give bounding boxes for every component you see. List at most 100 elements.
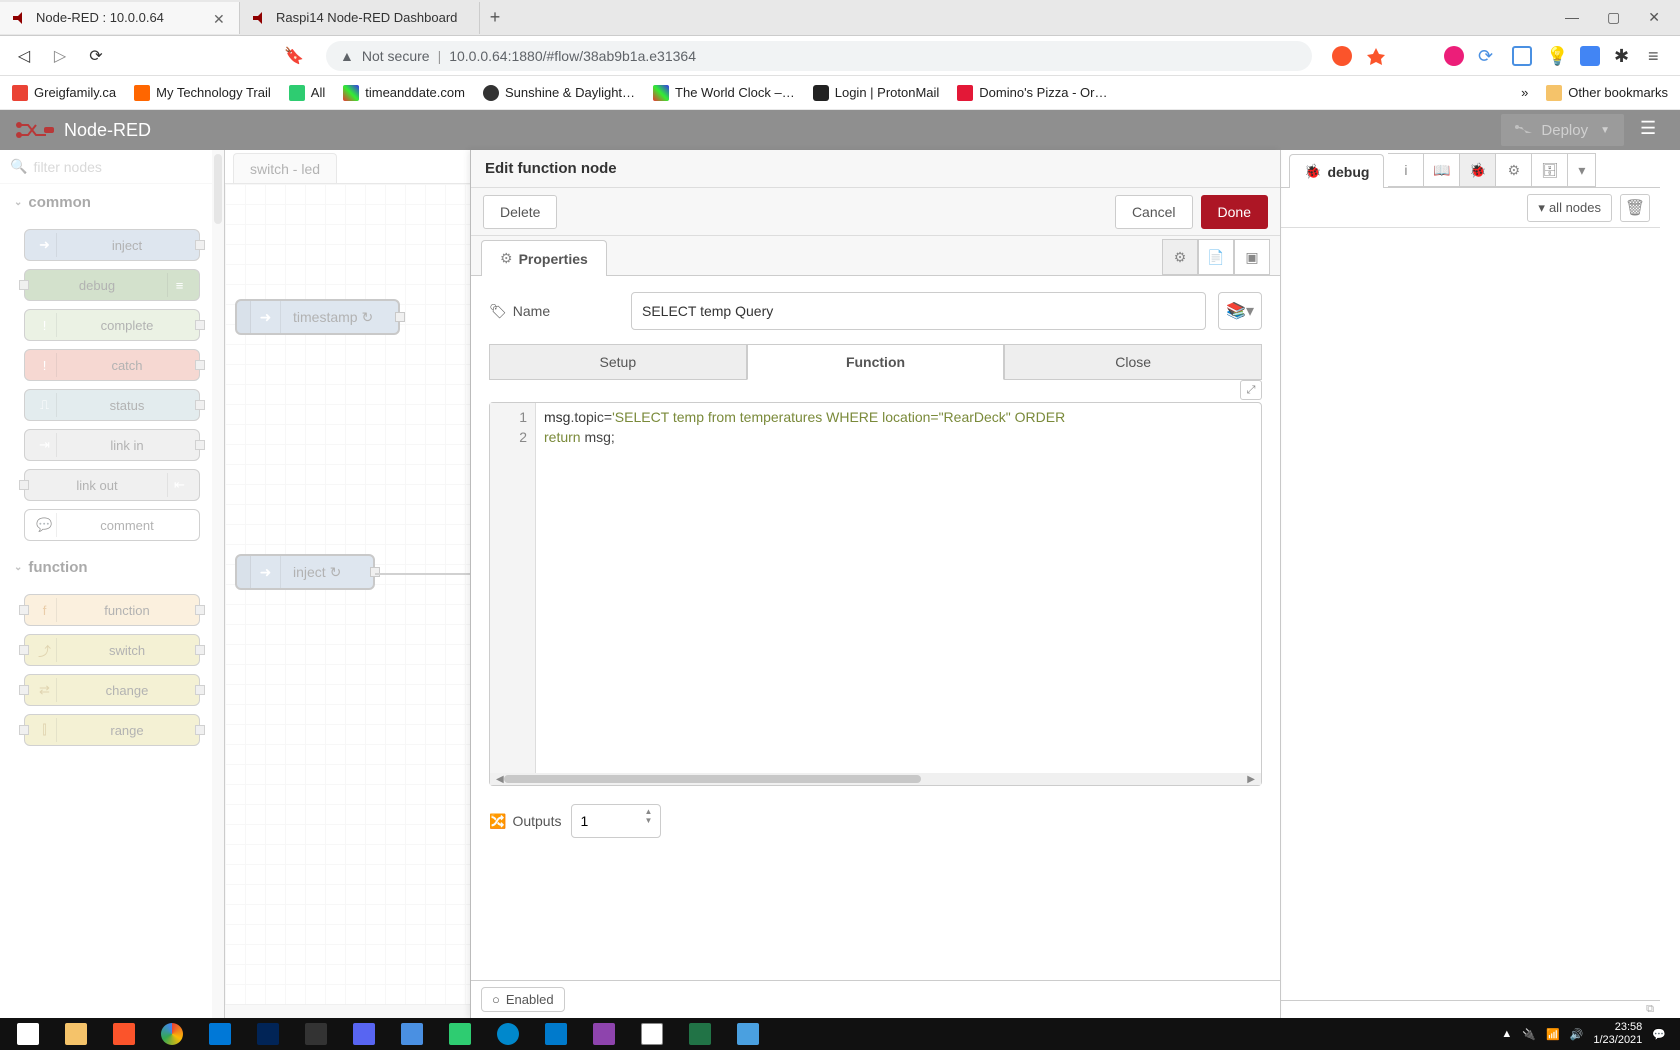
taskbar-telegram[interactable] bbox=[484, 1018, 532, 1050]
func-tab-function[interactable]: Function bbox=[747, 344, 1005, 380]
sidebar-footer: ⧉ bbox=[1281, 1000, 1660, 1018]
outputs-spinner[interactable]: 1 ▲▼ bbox=[571, 804, 661, 838]
gear-icon: ⚙ bbox=[500, 250, 513, 267]
notifications-icon[interactable]: 💬 bbox=[1652, 1028, 1666, 1041]
editor-tray: Edit function node Delete Cancel Done ⚙ … bbox=[470, 150, 1280, 1018]
code-content[interactable]: msg.topic='SELECT temp from temperatures… bbox=[536, 403, 1261, 773]
tab-favicon bbox=[12, 10, 28, 26]
delete-button[interactable]: Delete bbox=[483, 195, 557, 229]
taskbar-chrome[interactable] bbox=[148, 1018, 196, 1050]
reload-button[interactable]: ⟳ bbox=[84, 44, 108, 68]
window-maximize[interactable]: ▢ bbox=[1607, 9, 1620, 26]
taskbar-brave[interactable] bbox=[100, 1018, 148, 1050]
taskbar-powershell[interactable] bbox=[244, 1018, 292, 1050]
library-button[interactable]: 📚▾ bbox=[1218, 292, 1262, 330]
function-tabs: Setup Function Close bbox=[489, 344, 1262, 380]
cancel-button[interactable]: Cancel bbox=[1115, 195, 1193, 229]
system-tray[interactable]: ▲🔌📶🔊 23:58 1/23/2021 💬 bbox=[1501, 1021, 1676, 1047]
browser-menu-icon[interactable]: ≡ bbox=[1648, 46, 1668, 66]
taskbar-edge[interactable] bbox=[196, 1018, 244, 1050]
hamburger-icon[interactable]: ☰ bbox=[1640, 118, 1664, 142]
bookmark-item[interactable]: Greigfamily.ca bbox=[12, 85, 116, 101]
extensions-icon[interactable]: ✱ bbox=[1614, 46, 1634, 66]
taskbar-excel[interactable] bbox=[676, 1018, 724, 1050]
bookmark-item[interactable]: Domino's Pizza - Or… bbox=[957, 85, 1107, 101]
brave-rewards-icon[interactable] bbox=[1366, 46, 1386, 66]
taskbar-clock[interactable]: 23:58 1/23/2021 bbox=[1593, 1021, 1642, 1047]
properties-tab[interactable]: ⚙ Properties bbox=[481, 240, 607, 276]
func-tab-setup[interactable]: Setup bbox=[489, 344, 747, 380]
start-button[interactable] bbox=[4, 1018, 52, 1050]
browser-tab-strip: Node-RED : 10.0.0.64 ✕ Raspi14 Node-RED … bbox=[0, 0, 1680, 36]
popout-icon[interactable]: ⧉ bbox=[1646, 1003, 1654, 1016]
browser-tab-2[interactable]: Raspi14 Node-RED Dashboard bbox=[240, 2, 480, 34]
tab-title: Node-RED : 10.0.0.64 bbox=[36, 10, 164, 25]
code-editor[interactable]: 1 2 msg.topic='SELECT temp from temperat… bbox=[489, 402, 1262, 786]
code-gutter: 1 2 bbox=[490, 403, 536, 773]
bookmark-item[interactable]: All bbox=[289, 85, 325, 101]
forward-button: ▷ bbox=[48, 44, 72, 68]
bookmark-item[interactable]: Login | ProtonMail bbox=[813, 85, 940, 101]
spinner-down[interactable]: ▼ bbox=[644, 816, 658, 825]
bookmark-item[interactable]: Sunshine & Daylight… bbox=[483, 85, 635, 101]
sidebar-debug-icon[interactable]: 🐞 bbox=[1460, 153, 1496, 187]
code-scrollbar[interactable]: ◀▶ bbox=[490, 773, 1261, 785]
debug-tab[interactable]: 🐞 debug bbox=[1289, 154, 1384, 188]
deploy-button[interactable]: Deploy ▼ bbox=[1501, 114, 1624, 146]
taskbar-terminal[interactable] bbox=[292, 1018, 340, 1050]
taskbar-discord[interactable] bbox=[340, 1018, 388, 1050]
debug-clear-button[interactable]: 🗑 bbox=[1620, 194, 1650, 222]
bookmark-item[interactable]: The World Clock –… bbox=[653, 85, 795, 101]
taskbar-photos[interactable] bbox=[724, 1018, 772, 1050]
new-tab-button[interactable]: + bbox=[480, 7, 510, 28]
browser-tab-1[interactable]: Node-RED : 10.0.0.64 ✕ bbox=[0, 2, 240, 34]
expand-editor-icon[interactable]: ⤢ bbox=[1240, 380, 1262, 400]
node-settings-icon[interactable]: ⚙ bbox=[1162, 239, 1198, 275]
filter-icon: ▾ bbox=[1538, 200, 1545, 216]
security-warning-icon: ▲ bbox=[340, 48, 354, 64]
node-appearance-icon[interactable]: ▣ bbox=[1234, 239, 1270, 275]
bookmark-icon[interactable]: 🔖 bbox=[282, 44, 306, 68]
debug-filter-button[interactable]: ▾ all nodes bbox=[1527, 194, 1612, 222]
ext-icon-4[interactable]: 💡 bbox=[1546, 46, 1566, 66]
node-description-icon[interactable]: 📄 bbox=[1198, 239, 1234, 275]
done-button[interactable]: Done bbox=[1201, 195, 1268, 229]
taskbar-app1[interactable] bbox=[388, 1018, 436, 1050]
enabled-toggle[interactable]: ○Enabled bbox=[481, 987, 565, 1012]
circle-icon: ○ bbox=[492, 992, 500, 1007]
func-tab-close[interactable]: Close bbox=[1004, 344, 1262, 380]
taskbar-explorer[interactable] bbox=[52, 1018, 100, 1050]
name-input[interactable] bbox=[631, 292, 1206, 330]
ext-icon-3[interactable] bbox=[1512, 46, 1532, 66]
taskbar-app4[interactable] bbox=[628, 1018, 676, 1050]
ext-icon-2[interactable]: ⟳ bbox=[1478, 46, 1498, 66]
sidebar-config-icon[interactable]: ⚙ bbox=[1496, 153, 1532, 187]
browser-nav: ◁ ▷ ⟳ 🔖 ▲ Not secure | 10.0.0.64:1880/#f… bbox=[0, 36, 1680, 76]
bookmark-item[interactable]: My Technology Trail bbox=[134, 85, 271, 101]
sidebar-help-icon[interactable]: 📖 bbox=[1424, 153, 1460, 187]
url-bar[interactable]: ▲ Not secure | 10.0.0.64:1880/#flow/38ab… bbox=[326, 41, 1312, 71]
window-minimize[interactable]: — bbox=[1565, 9, 1579, 26]
outputs-label: 🔀Outputs bbox=[489, 813, 561, 830]
bookmark-item[interactable]: timeanddate.com bbox=[343, 85, 465, 101]
tray-toolbar: Delete Cancel Done bbox=[471, 188, 1280, 236]
sidebar-context-icon[interactable]: 🗄 bbox=[1532, 153, 1568, 187]
other-bookmarks[interactable]: Other bookmarks bbox=[1546, 85, 1668, 101]
ext-icon-1[interactable] bbox=[1444, 46, 1464, 66]
close-icon[interactable]: ✕ bbox=[213, 11, 227, 25]
taskbar-app3[interactable] bbox=[580, 1018, 628, 1050]
bookmark-overflow[interactable]: » bbox=[1521, 85, 1528, 100]
sidebar-info-icon[interactable]: i bbox=[1388, 153, 1424, 187]
ext-icon-5[interactable] bbox=[1580, 46, 1600, 66]
back-button[interactable]: ◁ bbox=[12, 44, 36, 68]
workspace: switch - led ➜timestamp ↻ ➜inject ↻ bbox=[225, 150, 470, 1018]
bookmarks-bar: Greigfamily.ca My Technology Trail All t… bbox=[0, 76, 1680, 110]
brave-shield-icon[interactable] bbox=[1332, 46, 1352, 66]
taskbar-app2[interactable] bbox=[436, 1018, 484, 1050]
taskbar-vscode[interactable] bbox=[532, 1018, 580, 1050]
spinner-up[interactable]: ▲ bbox=[644, 807, 658, 816]
sidebar-dropdown-icon[interactable]: ▾ bbox=[1568, 153, 1596, 187]
nodered-logo: Node-RED bbox=[16, 120, 151, 141]
debug-messages bbox=[1281, 228, 1660, 1000]
window-close[interactable]: ✕ bbox=[1648, 9, 1660, 26]
